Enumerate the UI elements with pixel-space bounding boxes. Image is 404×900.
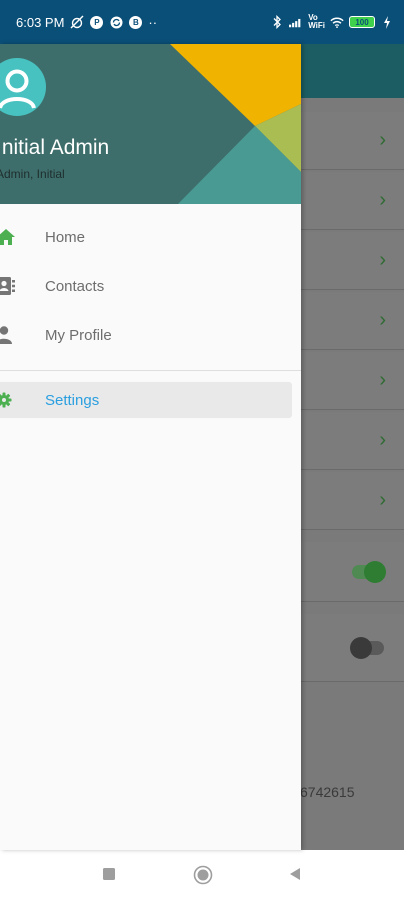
user-name: Initial Admin [0,136,110,159]
menu-item-label: My Profile [45,326,112,344]
navigation-drawer: Initial Admin Admin, Initial Home Contac… [0,44,301,850]
status-bar: 6:03 PM P B ·· Vo WiFi 100 [0,0,404,44]
chevron-right-icon: › [379,249,386,271]
signal-icon [289,15,303,29]
toggle-knob [350,637,372,659]
home-icon [0,227,16,247]
more-dots-icon: ·· [148,14,158,30]
sync-icon [109,15,123,29]
charging-icon [380,15,394,29]
back-button[interactable] [288,867,302,886]
wifi-icon [330,15,344,29]
menu-item-contacts[interactable]: Contacts [0,263,301,309]
bluetooth-icon [270,15,284,29]
system-navigation-bar [0,850,404,900]
volte-bottom: WiFi [308,21,325,30]
background-list-row[interactable]: › [300,292,404,350]
battery-icon: 100 [349,16,375,28]
background-list-row[interactable]: › [300,352,404,410]
menu-item-settings[interactable]: Settings [0,382,292,418]
background-list-row[interactable]: › [300,472,404,530]
toggle-knob [364,561,386,583]
person-icon [0,325,16,345]
recent-apps-button[interactable] [102,867,116,886]
chevron-right-icon: › [379,189,386,211]
p-icon: P [90,15,104,29]
status-right: Vo WiFi 100 [270,0,394,44]
background-list-row[interactable]: › [300,172,404,230]
background-app-bar [300,44,404,98]
toggle-switch-off[interactable] [350,637,384,659]
drawer-header: Initial Admin Admin, Initial [0,44,301,204]
chevron-right-icon: › [379,429,386,451]
gear-icon [0,390,16,410]
menu-item-home[interactable]: Home [0,214,301,260]
b-icon: B [129,15,143,29]
background-list-row[interactable]: › [300,112,404,170]
background-list-row[interactable]: › [300,232,404,290]
background-phone-number: 6742615 [300,784,355,800]
chevron-right-icon: › [379,309,386,331]
background-toggle-row [300,614,404,682]
home-button[interactable] [193,865,213,890]
menu-item-label: Home [45,228,86,246]
status-time: 6:03 PM [16,14,65,30]
menu-item-label: Settings [45,391,100,409]
status-left: 6:03 PM P B ·· [16,0,157,44]
menu-item-my-profile[interactable]: My Profile [0,312,301,358]
menu-divider [0,370,301,371]
contacts-icon [0,276,16,296]
menu-item-label: Contacts [45,277,105,295]
alarm-off-icon [70,15,84,29]
volte-icon: Vo WiFi [308,14,325,30]
chevron-right-icon: › [379,369,386,391]
toggle-switch-on[interactable] [352,561,386,583]
user-role: Admin, Initial [0,167,65,181]
chevron-right-icon: › [379,489,386,511]
background-toggle-row [300,542,404,602]
background-list-row[interactable]: › [300,412,404,470]
chevron-right-icon: › [379,129,386,151]
